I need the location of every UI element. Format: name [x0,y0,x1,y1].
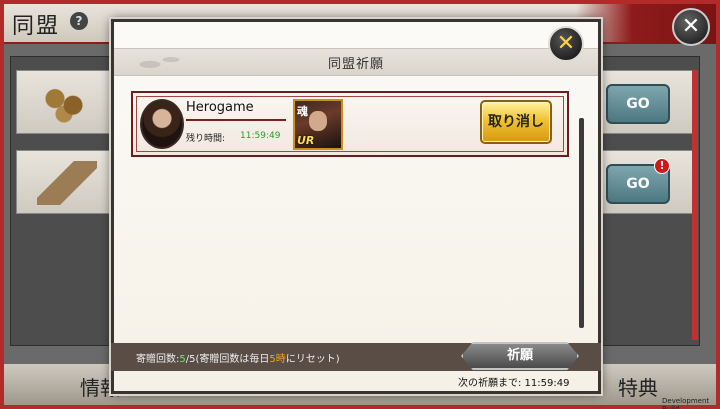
background-title: 同盟 [12,14,61,39]
player-name: Herogame [186,100,254,115]
dev-build-label: Development Build [662,397,710,409]
reset-hour: 5時 [269,354,286,365]
notification-badge: ! [654,158,670,174]
reset-suffix: にリセット) [285,354,340,365]
background-close-icon[interactable]: ✕ [672,8,710,46]
character-portrait [309,111,327,131]
help-icon[interactable]: ? [70,12,88,30]
pray-button[interactable]: 祈願 [461,342,579,370]
dialog-title: 同盟祈願 [327,57,384,72]
go-button[interactable]: GO [606,84,670,124]
gift-prefix: 寄贈回数: [136,354,180,365]
scroll-icon [37,161,97,205]
remaining-time-value: 11:59:49 [240,131,281,141]
background-scrollbar [692,70,698,340]
coins-icon [37,81,97,125]
close-icon[interactable]: ✕ [548,26,584,62]
gift-total: /5(寄贈回数は毎日 [185,354,270,365]
requested-card-icon[interactable]: 魂 UR [293,99,343,150]
alliance-prayer-dialog: 同盟祈願 [111,19,601,394]
avatar [140,99,184,149]
next-prayer-timer: 次の祈願まで: 11:59:49 [458,378,570,389]
tab-rewards[interactable]: 特典 [618,372,658,401]
gift-count-text: 寄贈回数:5/5(寄贈回数は毎日5時にリセット) [136,350,340,365]
remaining-time-label: 残り時間: [186,134,226,144]
name-divider [186,119,286,121]
cancel-button[interactable]: 取り消し [480,100,552,144]
dialog-scrollbar[interactable] [579,118,584,328]
rarity-badge: UR [297,134,315,147]
card-kanji: 魂 [297,105,308,118]
